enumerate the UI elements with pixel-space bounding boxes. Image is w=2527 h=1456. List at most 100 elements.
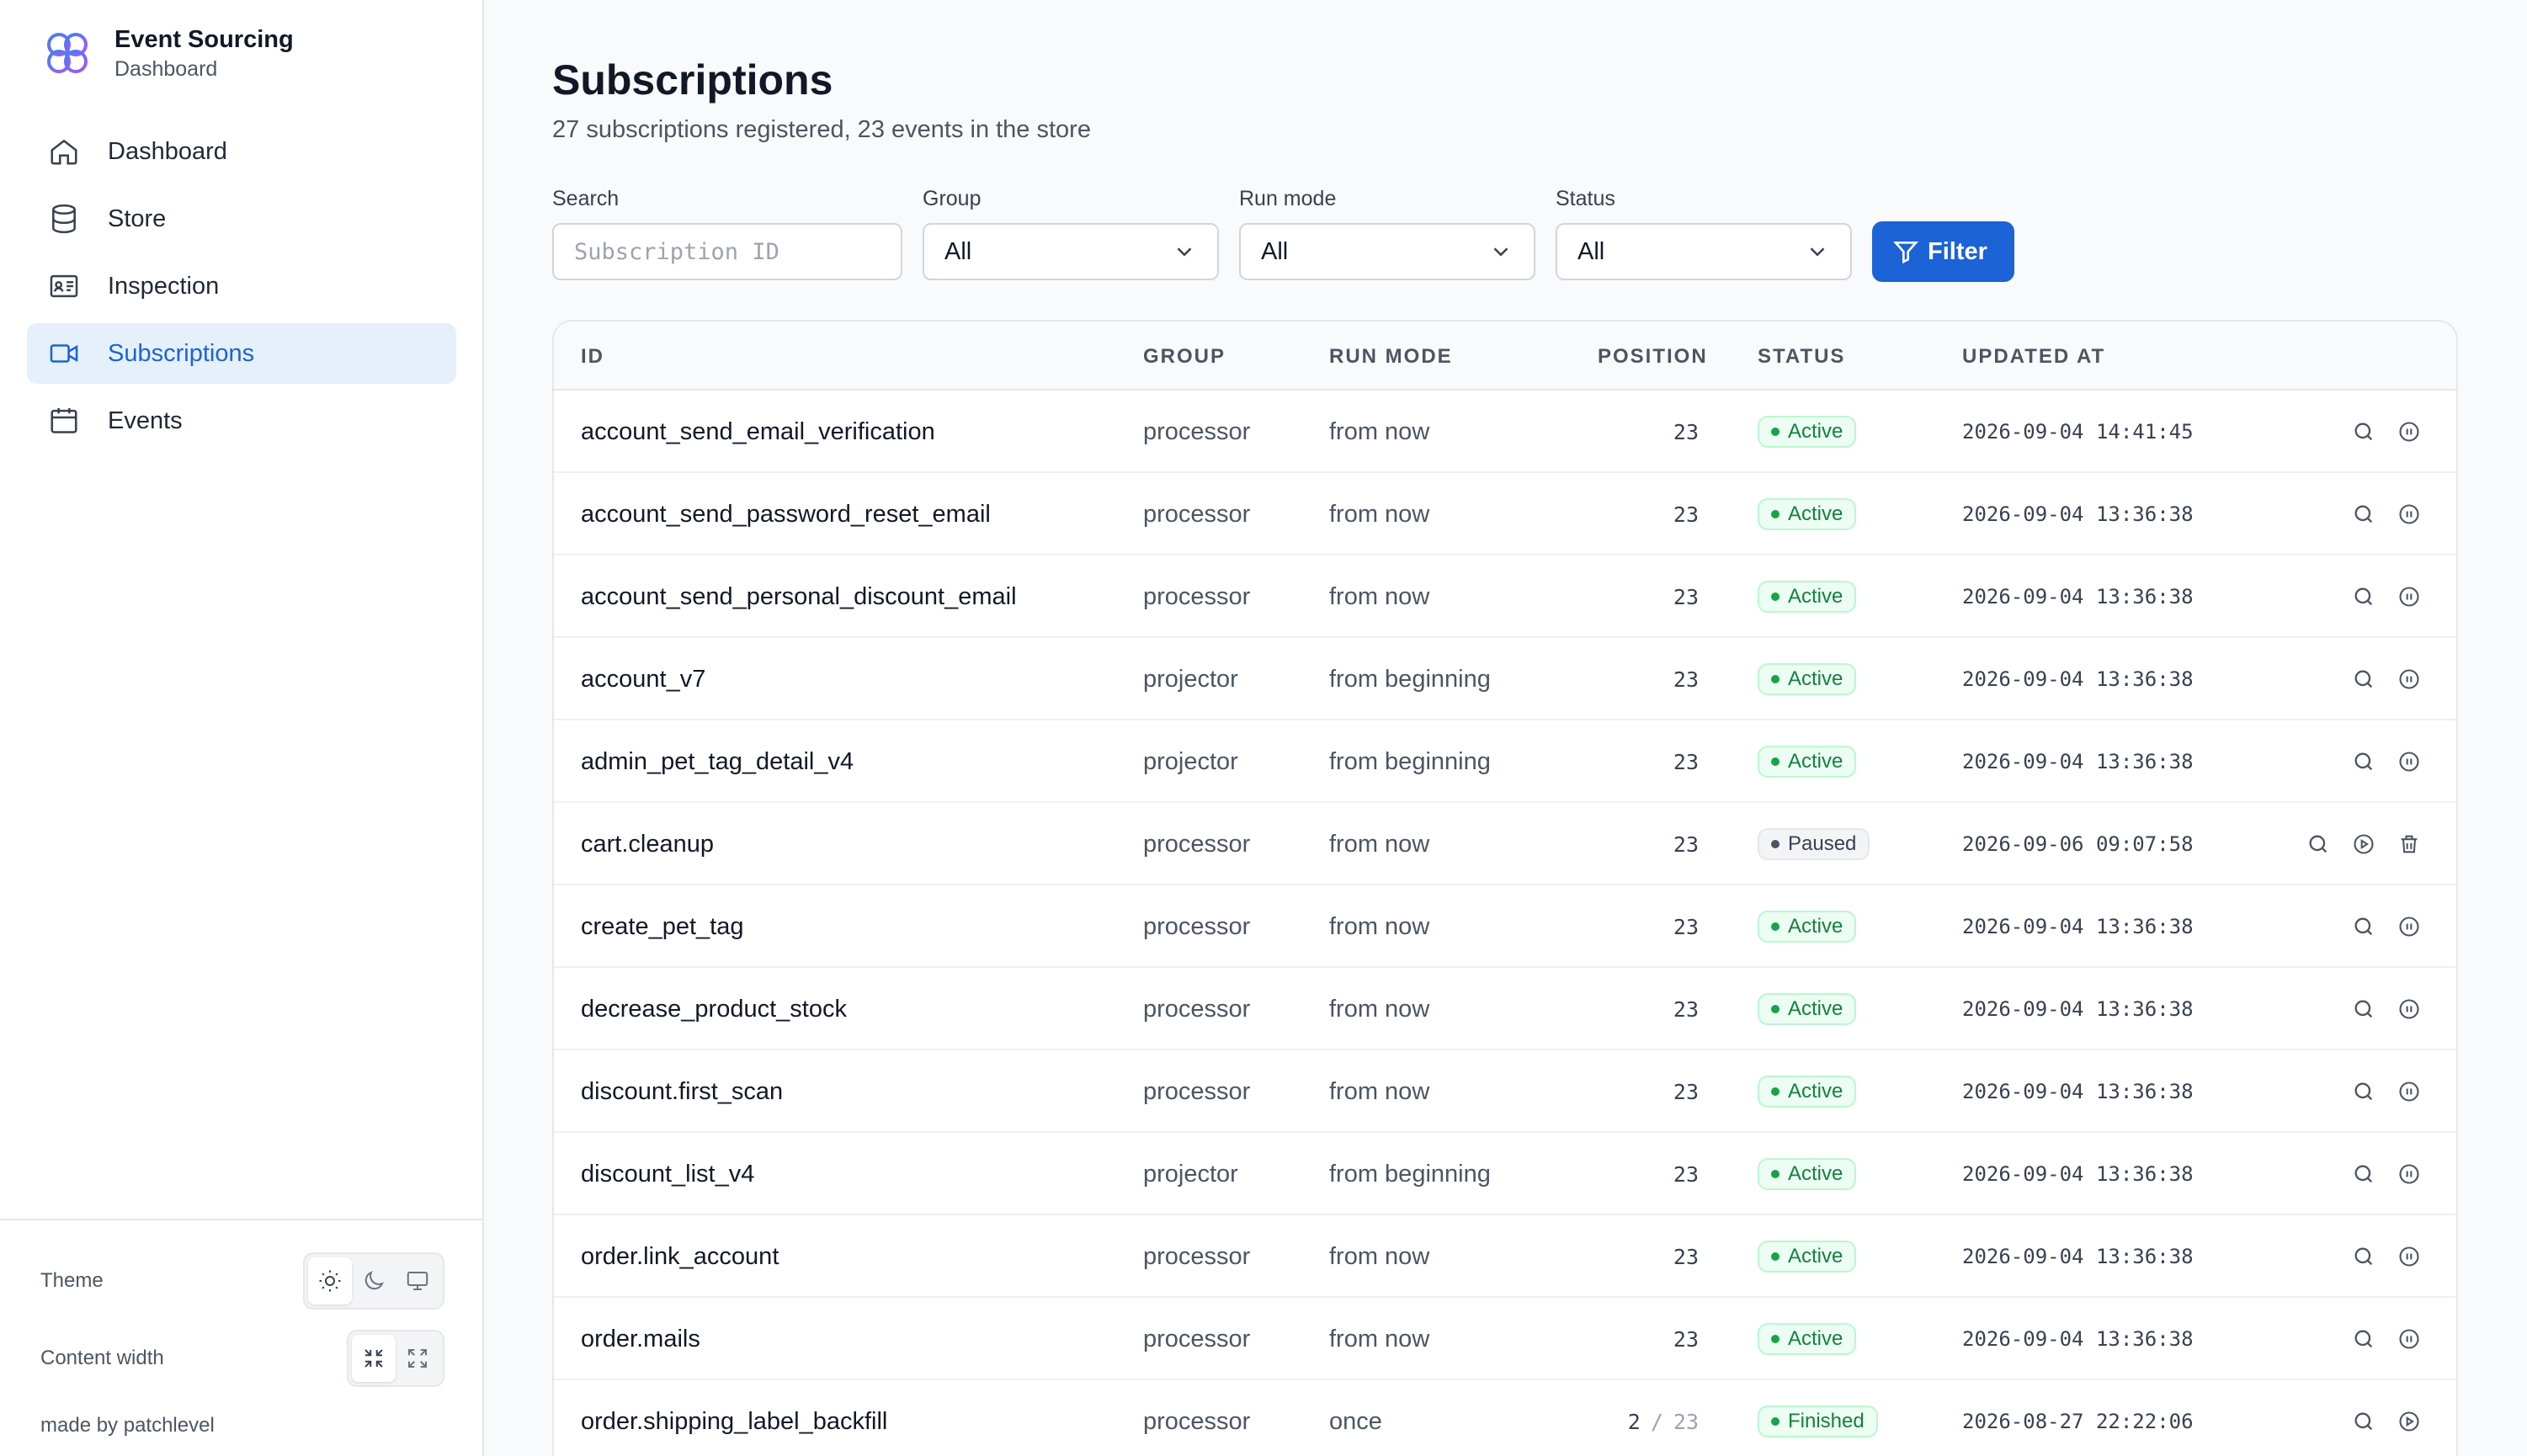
- sidebar-item-store[interactable]: Store: [27, 189, 456, 249]
- inspect-button[interactable]: [2350, 1243, 2377, 1270]
- pause-button[interactable]: [2396, 913, 2423, 940]
- delete-button[interactable]: [2396, 831, 2423, 858]
- pause-button[interactable]: [2396, 1326, 2423, 1352]
- inspect-button[interactable]: [2350, 583, 2377, 610]
- subscription-group: processor: [1143, 1407, 1251, 1435]
- inspect-button[interactable]: [2350, 913, 2377, 940]
- table-row[interactable]: account_send_personal_discount_email pro…: [554, 555, 2456, 638]
- id-card-icon: [47, 269, 81, 303]
- theme-label: Theme: [40, 1269, 104, 1292]
- subscription-id[interactable]: cart.cleanup: [581, 803, 714, 885]
- dark-theme-button[interactable]: [352, 1257, 396, 1305]
- inspect-button[interactable]: [2350, 748, 2377, 775]
- status-badge: Active: [1758, 993, 1857, 1025]
- status-label: Active: [1788, 997, 1843, 1020]
- search-placeholder: Subscription ID: [574, 238, 779, 265]
- system-theme-button[interactable]: [396, 1257, 439, 1305]
- pause-button[interactable]: [2396, 1078, 2423, 1105]
- header-status[interactable]: STATUS: [1758, 345, 1845, 369]
- status-dot: [1771, 1252, 1780, 1261]
- inspect-icon: [2354, 1000, 2373, 1018]
- subscription-id[interactable]: decrease_product_stock: [581, 968, 847, 1050]
- subscription-id[interactable]: create_pet_tag: [581, 885, 743, 968]
- position-total: 23: [1673, 1409, 1699, 1434]
- subscription-status: Active: [1758, 1050, 1857, 1133]
- search-input[interactable]: Subscription ID: [552, 223, 902, 280]
- content-width-row: Content width: [40, 1330, 444, 1387]
- run-mode-label: Run mode: [1239, 187, 1337, 210]
- pause-button[interactable]: [2396, 501, 2423, 528]
- table-row[interactable]: order.mails processor from now 23 Active…: [554, 1298, 2456, 1380]
- header-id[interactable]: ID: [581, 345, 604, 369]
- run-button[interactable]: [2396, 1408, 2423, 1435]
- subscription-id[interactable]: account_send_password_reset_email: [581, 473, 991, 555]
- full-width-button[interactable]: [396, 1335, 439, 1382]
- table-row[interactable]: cart.cleanup processor from now 23 Pause…: [554, 803, 2456, 885]
- header-group[interactable]: GROUP: [1143, 345, 1226, 369]
- inspect-button[interactable]: [2350, 501, 2377, 528]
- sidebar-item-subscriptions[interactable]: Subscriptions: [27, 323, 456, 384]
- pause-button[interactable]: [2396, 1161, 2423, 1188]
- subscription-position: 23: [1673, 885, 1699, 968]
- subscription-id[interactable]: account_send_email_verification: [581, 391, 935, 473]
- row-actions: [2350, 720, 2423, 803]
- pause-icon: [2399, 669, 2419, 689]
- inspect-button[interactable]: [2350, 418, 2377, 445]
- subscription-position: 23: [1673, 555, 1699, 638]
- header-updated-at[interactable]: UPDATED AT: [1962, 345, 2105, 369]
- brand[interactable]: Event Sourcing Dashboard: [40, 24, 294, 82]
- inspect-button[interactable]: [2350, 1408, 2377, 1435]
- inspect-button[interactable]: [2350, 996, 2377, 1023]
- pause-button[interactable]: [2396, 666, 2423, 693]
- table-row[interactable]: account_send_password_reset_email proces…: [554, 473, 2456, 555]
- sidebar-item-events[interactable]: Events: [27, 391, 456, 451]
- resume-icon: [2354, 834, 2374, 854]
- inspect-icon: [2309, 835, 2328, 853]
- inspect-button[interactable]: [2350, 1161, 2377, 1188]
- run-mode-select[interactable]: All: [1239, 223, 1535, 280]
- table-row[interactable]: discount.first_scan processor from now 2…: [554, 1050, 2456, 1133]
- table-row[interactable]: order.link_account processor from now 23…: [554, 1215, 2456, 1298]
- table-row[interactable]: decrease_product_stock processor from no…: [554, 968, 2456, 1050]
- home-icon: [47, 135, 81, 168]
- header-position[interactable]: POSITION: [1598, 345, 1708, 369]
- inspect-button[interactable]: [2305, 831, 2332, 858]
- sidebar-item-inspection[interactable]: Inspection: [27, 256, 456, 316]
- narrow-width-button[interactable]: [352, 1335, 396, 1382]
- minimize-icon: [364, 1349, 383, 1368]
- header-run-mode[interactable]: RUN MODE: [1329, 345, 1453, 369]
- pause-button[interactable]: [2396, 996, 2423, 1023]
- pause-button[interactable]: [2396, 748, 2423, 775]
- subscription-id[interactable]: account_v7: [581, 638, 705, 720]
- inspect-button[interactable]: [2350, 1326, 2377, 1352]
- subscription-updated-at: 2026-09-04 13:36:38: [1962, 667, 2194, 691]
- group-select[interactable]: All: [923, 223, 1219, 280]
- filter-button[interactable]: Filter: [1872, 221, 2014, 282]
- status-select[interactable]: All: [1556, 223, 1852, 280]
- status-label: Active: [1788, 585, 1843, 608]
- subscription-id[interactable]: account_send_personal_discount_email: [581, 555, 1017, 638]
- subscription-id[interactable]: order.link_account: [581, 1215, 779, 1298]
- subscription-id[interactable]: order.mails: [581, 1298, 700, 1380]
- sidebar-item-dashboard[interactable]: Dashboard: [27, 121, 456, 182]
- pause-button[interactable]: [2396, 1243, 2423, 1270]
- pause-button[interactable]: [2396, 418, 2423, 445]
- resume-button[interactable]: [2350, 831, 2377, 858]
- subscription-id[interactable]: discount_list_v4: [581, 1133, 754, 1215]
- subscription-id[interactable]: admin_pet_tag_detail_v4: [581, 720, 854, 803]
- subscription-id[interactable]: discount.first_scan: [581, 1050, 783, 1133]
- table-row[interactable]: discount_list_v4 projector from beginnin…: [554, 1133, 2456, 1215]
- table-row[interactable]: admin_pet_tag_detail_v4 projector from b…: [554, 720, 2456, 803]
- inspect-button[interactable]: [2350, 1078, 2377, 1105]
- table-row[interactable]: order.shipping_label_backfill processor …: [554, 1380, 2456, 1456]
- subscription-id[interactable]: order.shipping_label_backfill: [581, 1380, 887, 1456]
- table-row[interactable]: account_send_email_verification processo…: [554, 391, 2456, 473]
- table-row[interactable]: account_v7 projector from beginning 23 A…: [554, 638, 2456, 720]
- light-theme-button[interactable]: [308, 1257, 352, 1305]
- table-row[interactable]: create_pet_tag processor from now 23 Act…: [554, 885, 2456, 968]
- inspect-button[interactable]: [2350, 666, 2377, 693]
- position-value: 23: [1673, 1244, 1699, 1269]
- pause-button[interactable]: [2396, 583, 2423, 610]
- pause-icon: [2399, 422, 2419, 442]
- status-badge: Active: [1758, 1158, 1857, 1190]
